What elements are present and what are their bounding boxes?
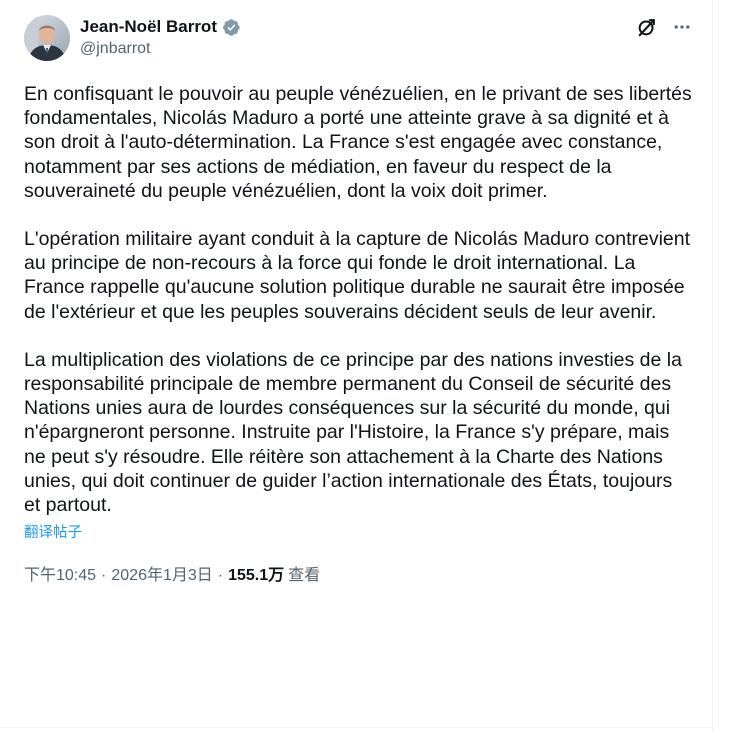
meta-separator: ·: [101, 567, 107, 585]
more-button[interactable]: [672, 17, 692, 37]
avatar-image: [24, 15, 70, 61]
author-handle[interactable]: @jnbarrot: [80, 39, 241, 59]
views-count: 155.1万: [228, 567, 285, 585]
grok-button[interactable]: [636, 16, 658, 38]
header-actions: [636, 14, 692, 38]
tweet-meta: 下午10:45 · 2026年1月3日 · 155.1万 查看: [24, 566, 692, 586]
tweet-paragraph-1: En confisquant le pouvoir au peuple véné…: [24, 83, 692, 202]
tweet-paragraph-2: L'opération militaire ayant conduit à la…: [24, 228, 691, 323]
author-display-name[interactable]: Jean-Noël Barrot: [80, 16, 217, 38]
translate-post-link[interactable]: 翻译帖子: [24, 524, 82, 542]
grok-slash-circle-icon: [638, 19, 655, 37]
more-horizontal-icon: [674, 25, 690, 29]
verified-badge-icon[interactable]: [222, 18, 241, 37]
views-label: 查看: [288, 567, 321, 585]
tweet-date[interactable]: 2026年1月3日: [111, 566, 212, 586]
avatar[interactable]: [24, 15, 70, 61]
tweet-header: Jean-Noël Barrot @jnbarrot: [24, 14, 692, 70]
author-name-row: Jean-Noël Barrot: [80, 16, 241, 38]
tweet-paragraph-3: La multiplication des violations de ce p…: [24, 348, 682, 517]
tweet-detail: Jean-Noël Barrot @jnbarrot En confisquan…: [0, 0, 713, 731]
divider: [0, 727, 712, 728]
meta-separator-2: ·: [217, 567, 224, 585]
tweet-time[interactable]: 下午10:45: [24, 566, 96, 586]
author-info: Jean-Noël Barrot @jnbarrot: [80, 14, 241, 59]
tweet-text: En confisquant le pouvoir au peuple véné…: [24, 82, 692, 517]
